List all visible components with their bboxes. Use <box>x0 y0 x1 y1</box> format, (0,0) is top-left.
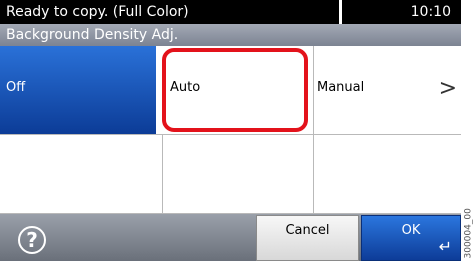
option-off-label: Off <box>6 80 26 95</box>
option-manual-button[interactable]: Manual > <box>313 46 461 134</box>
option-off-button[interactable]: Off <box>0 46 156 134</box>
title-bar: Background Density Adj. <box>0 24 461 46</box>
help-symbol: ? <box>26 228 38 252</box>
page-title: Background Density Adj. <box>6 27 179 43</box>
help-icon[interactable]: ? <box>18 226 46 254</box>
cancel-label: Cancel <box>285 223 330 238</box>
device-screen: Ready to copy. (Full Color) 10:10 Backgr… <box>0 0 461 261</box>
options-grid: Off Auto Manual > <box>0 46 461 214</box>
cancel-button[interactable]: Cancel <box>256 215 359 261</box>
enter-icon: ↵ <box>438 237 452 256</box>
status-divider <box>339 0 342 24</box>
option-manual-label: Manual <box>317 80 365 95</box>
grid-divider <box>313 46 314 214</box>
grid-divider <box>0 134 461 135</box>
option-auto-button[interactable]: Auto <box>162 48 308 132</box>
side-code: 300004_00 <box>463 195 474 259</box>
ok-button[interactable]: OK ↵ <box>361 215 461 261</box>
ok-label: OK <box>401 223 421 238</box>
status-bar: Ready to copy. (Full Color) 10:10 <box>0 0 461 24</box>
status-message: Ready to copy. (Full Color) <box>6 4 189 20</box>
status-time: 10:10 <box>410 4 451 20</box>
side-code-text: 300004_00 <box>463 208 474 259</box>
grid-divider <box>162 134 163 214</box>
chevron-right-icon: > <box>438 76 457 101</box>
bottom-bar: ? Cancel OK ↵ <box>0 214 461 261</box>
option-auto-label: Auto <box>170 80 201 95</box>
